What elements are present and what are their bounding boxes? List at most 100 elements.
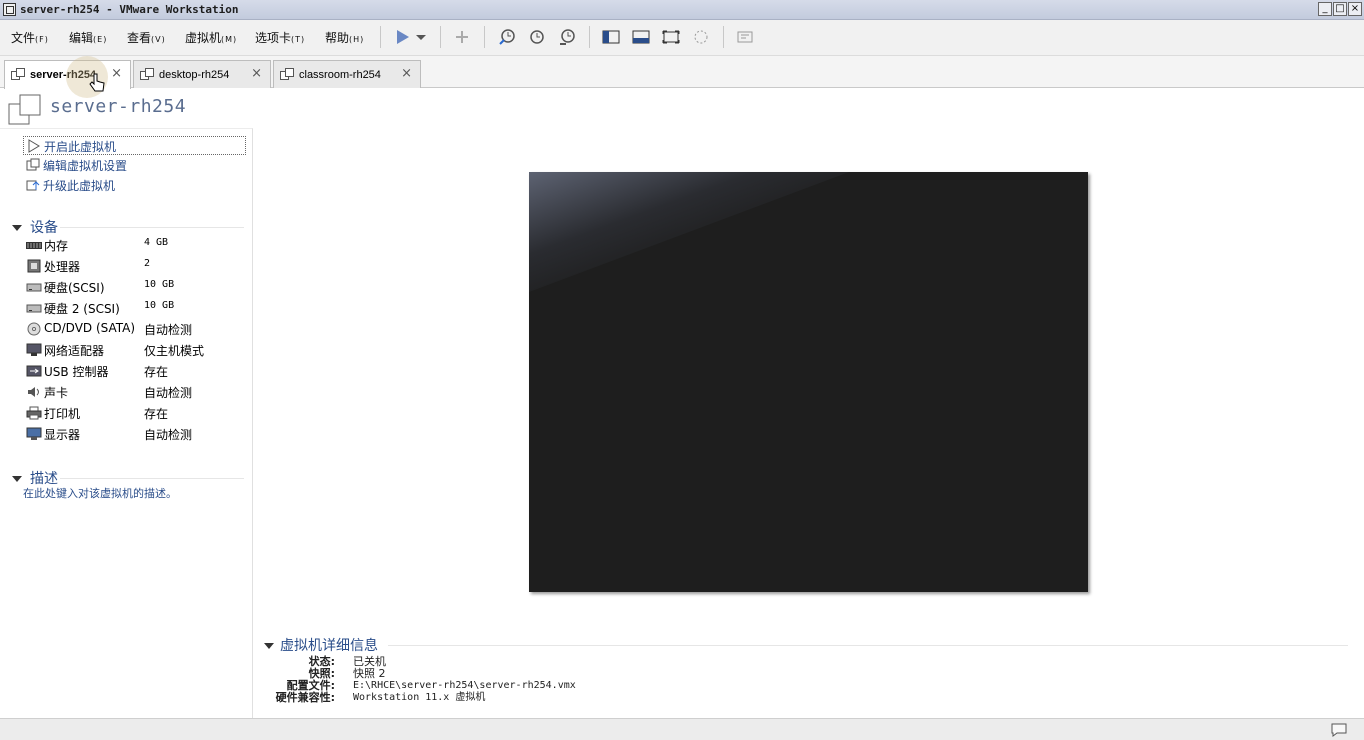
snapshot-manager-icon[interactable]: [557, 27, 577, 47]
toolbar-separator: [380, 26, 381, 48]
sound-icon: [28, 387, 39, 397]
console-view-icon[interactable]: [735, 27, 755, 47]
device-value: 4 GB: [144, 237, 169, 248]
show-library-icon[interactable]: [601, 27, 621, 47]
close-button[interactable]: ×: [1348, 2, 1362, 16]
device-name: 声卡: [44, 386, 69, 400]
menu-help[interactable]: 帮助(H): [325, 29, 364, 46]
vm-tab-strip: server-rh254 × desktop-rh254 × classroom…: [0, 56, 1364, 89]
device-value: 自动检测: [144, 428, 193, 442]
description-input[interactable]: 在此处键入对该虚拟机的描述。: [23, 485, 177, 501]
edit-vm-settings-link[interactable]: 编辑虚拟机设置: [23, 156, 246, 175]
send-ctrl-alt-del-icon[interactable]: [452, 27, 472, 47]
cdrom-icon: [27, 322, 41, 336]
minimize-button[interactable]: _: [1318, 2, 1332, 16]
tab-classroom-rh254[interactable]: classroom-rh254 ×: [273, 60, 421, 88]
thumbnail-bar-icon[interactable]: [631, 27, 651, 47]
device-row-sound[interactable]: 声卡 自动检测: [26, 383, 246, 401]
tab-close-icon[interactable]: ×: [111, 66, 122, 81]
action-label: 编辑虚拟机设置: [43, 159, 128, 173]
detail-row-config-file: 配置文件: E:\RHCE\server-rh254\server-rh254.…: [287, 680, 945, 692]
collapse-triangle-icon: [12, 476, 22, 482]
tab-label: classroom-rh254: [299, 69, 381, 81]
device-row-usb[interactable]: USB 控制器 存在: [26, 362, 246, 380]
device-row-printer[interactable]: 打印机 存在: [26, 404, 246, 422]
device-value: 10 GB: [144, 279, 175, 290]
toolbar-separator: [440, 26, 441, 48]
divider: [388, 645, 1348, 646]
device-row-cdrom[interactable]: CD/DVD (SATA) 自动检测: [26, 320, 246, 338]
divider: [60, 478, 244, 479]
snapshot-take-icon[interactable]: [497, 27, 517, 47]
divider: [60, 227, 244, 228]
status-bar: [0, 718, 1364, 740]
menu-tabs[interactable]: 选项卡(T): [255, 29, 305, 46]
detail-value: 快照 2: [353, 667, 386, 680]
devices-section-toggle[interactable]: 设备: [12, 217, 58, 237]
restore-button[interactable]: □: [1333, 2, 1347, 16]
device-value: 自动检测: [144, 386, 193, 400]
device-value: 2: [144, 258, 151, 269]
vm-title: server-rh254: [50, 96, 187, 117]
cpu-icon: [27, 259, 41, 273]
section-title: 设备: [30, 220, 58, 236]
power-on-vm-link[interactable]: 开启此虚拟机: [23, 136, 246, 155]
memory-icon: [26, 242, 42, 249]
device-name: 硬盘(SCSI): [44, 281, 105, 295]
device-value: 存在: [144, 365, 169, 379]
device-value: 存在: [144, 407, 169, 421]
device-name: 处理器: [44, 260, 81, 274]
usb-icon: [26, 365, 42, 377]
section-title: 虚拟机详细信息: [280, 638, 378, 654]
toolbar-separator: [723, 26, 724, 48]
device-name: 内存: [44, 239, 69, 253]
device-value: 自动检测: [144, 323, 193, 337]
device-name: 网络适配器: [44, 344, 105, 358]
device-row-network[interactable]: 网络适配器 仅主机模式: [26, 341, 246, 359]
detail-value: E:\RHCE\server-rh254\server-rh254.vmx: [353, 680, 576, 691]
collapse-triangle-icon: [264, 643, 274, 649]
harddisk-icon: [26, 283, 42, 292]
thumbnail-reflection: [529, 172, 849, 292]
menu-vm[interactable]: 虚拟机(M): [185, 29, 237, 46]
detail-key: 硬件兼容性:: [275, 691, 335, 704]
vm-screen-thumbnail[interactable]: [529, 172, 1088, 592]
device-row-display[interactable]: 显示器 自动检测: [26, 425, 246, 443]
tab-desktop-rh254[interactable]: desktop-rh254 ×: [133, 60, 271, 88]
menu-view[interactable]: 查看(V): [127, 29, 166, 46]
detail-row-snapshot: 快照: 快照 2: [309, 667, 945, 680]
device-row-harddisk[interactable]: 硬盘(SCSI) 10 GB: [26, 278, 246, 296]
vm-icon: [11, 68, 25, 80]
full-screen-icon[interactable]: [661, 27, 681, 47]
menu-edit[interactable]: 编辑(E): [69, 29, 107, 46]
hand-pointer-icon: [89, 73, 105, 92]
device-value: 10 GB: [144, 300, 175, 311]
edit-settings-icon: [26, 158, 40, 171]
network-icon: [26, 343, 42, 356]
device-row-harddisk-2[interactable]: 硬盘 2 (SCSI) 10 GB: [26, 299, 246, 317]
display-icon: [26, 427, 42, 440]
action-label: 升级此虚拟机: [43, 179, 116, 193]
title-bar: server-rh254 - VMware Workstation _ □ ×: [0, 0, 1364, 20]
menu-file[interactable]: 文件(F): [11, 29, 49, 46]
unity-icon[interactable]: [691, 27, 711, 47]
snapshot-revert-icon[interactable]: [527, 27, 547, 47]
power-on-icon[interactable]: [393, 27, 413, 47]
device-name: USB 控制器: [44, 365, 109, 379]
vm-summary-panel: 开启此虚拟机 编辑虚拟机设置 升级此虚拟机 设备 内存 4 GB 处理器 2 硬…: [0, 128, 253, 718]
upgrade-icon: [26, 180, 40, 191]
upgrade-vm-link[interactable]: 升级此虚拟机: [23, 176, 246, 195]
toolbar-separator: [589, 26, 590, 48]
device-row-cpu[interactable]: 处理器 2: [26, 257, 246, 275]
tab-close-icon[interactable]: ×: [251, 66, 262, 81]
details-section-toggle[interactable]: 虚拟机详细信息: [264, 635, 378, 655]
message-log-icon[interactable]: [1330, 722, 1348, 737]
vm-icon: [280, 68, 294, 80]
power-dropdown-icon[interactable]: [414, 27, 428, 47]
tab-close-icon[interactable]: ×: [401, 66, 412, 81]
window-controls: _ □ ×: [1318, 2, 1362, 16]
vm-icon: [140, 68, 154, 80]
detail-row-hardware-compat: 硬件兼容性: Workstation 11.x 虚拟机: [276, 692, 945, 704]
vmware-app-icon: [3, 3, 16, 16]
device-row-memory[interactable]: 内存 4 GB: [26, 236, 246, 254]
